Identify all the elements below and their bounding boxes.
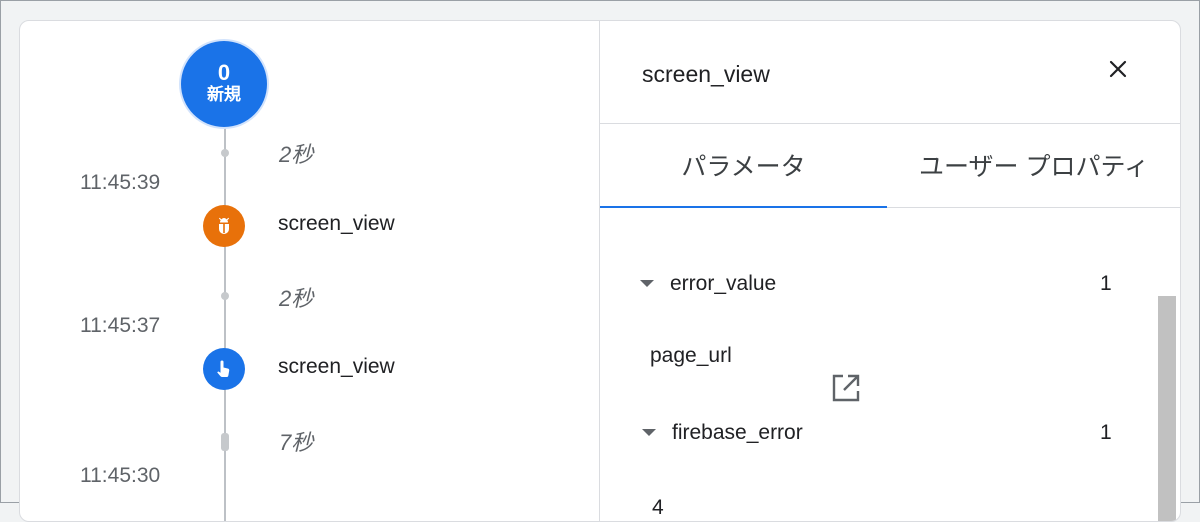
expand-caret-icon[interactable] <box>640 280 654 287</box>
event-timeline: 0 新規 2秒 11:45:39 screen_view 2秒 11:45:37… <box>20 21 599 521</box>
timeline-gap-bar <box>221 433 229 451</box>
timeline-timestamp: 11:45:37 <box>80 314 161 337</box>
tab-parameters[interactable]: パラメータ <box>600 123 887 207</box>
param-value: page_url <box>650 344 732 367</box>
parameter-list: error_value 1 page_url firebase_error 1 … <box>600 208 1180 521</box>
panel-title: screen_view <box>642 61 770 87</box>
expand-caret-icon[interactable] <box>642 429 656 436</box>
panel-tabs: パラメータ ユーザー プロパティ <box>600 123 1180 208</box>
event-detail-card: 0 新規 2秒 11:45:39 screen_view 2秒 11:45:37… <box>19 20 1181 522</box>
scrollbar-thumb[interactable] <box>1158 296 1176 521</box>
touch-icon <box>217 360 230 378</box>
event-name[interactable]: screen_view <box>278 355 395 379</box>
tab-user-properties[interactable]: ユーザー プロパティ <box>887 123 1180 207</box>
timeline-dot <box>221 292 229 300</box>
param-value: 4 <box>652 496 664 519</box>
panel-header: screen_view <box>600 21 1180 124</box>
timeline-line <box>224 121 226 521</box>
new-user-marker[interactable]: 0 新規 <box>181 41 267 127</box>
timeline-gap: 7秒 <box>279 430 314 455</box>
param-count: 1 <box>1100 421 1112 444</box>
close-button[interactable] <box>1100 51 1136 87</box>
timeline-gap: 2秒 <box>279 142 314 167</box>
param-key[interactable]: error_value <box>670 272 776 296</box>
bug-icon <box>218 217 230 234</box>
event-detail-panel: screen_view パラメータ ユーザー プロパティ error_value… <box>599 21 1180 521</box>
timeline-gap: 2秒 <box>279 286 314 311</box>
timeline-timestamp: 11:45:39 <box>80 171 161 194</box>
new-user-label: 新規 <box>207 85 241 104</box>
timeline-timestamp: 11:45:30 <box>80 464 161 487</box>
open-in-new-icon[interactable] <box>829 371 863 405</box>
event-name[interactable]: screen_view <box>278 212 395 236</box>
close-icon <box>1109 60 1127 78</box>
timeline-dot <box>221 149 229 157</box>
event-icon-screen-view[interactable] <box>203 205 245 247</box>
param-count: 1 <box>1100 272 1112 295</box>
new-user-count: 0 <box>217 60 231 85</box>
event-icon-screen-view[interactable] <box>203 348 245 390</box>
param-key[interactable]: firebase_error <box>672 421 803 445</box>
